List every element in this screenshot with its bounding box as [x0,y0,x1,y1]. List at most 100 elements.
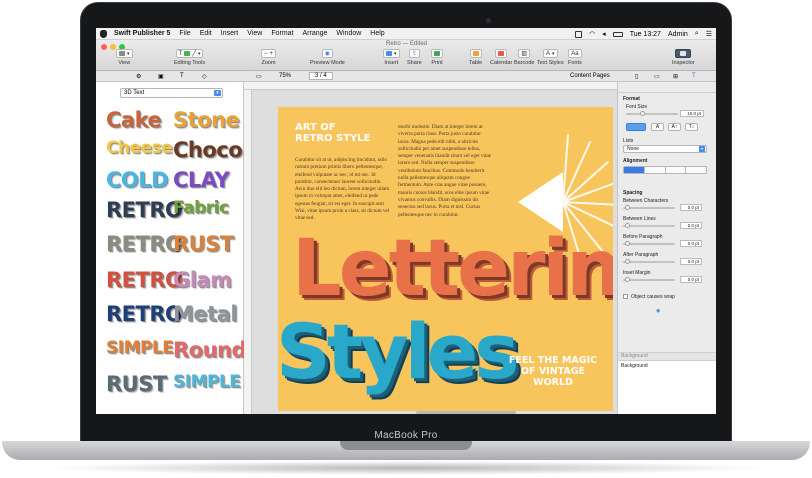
text-style-tile[interactable]: Cake [106,108,162,132]
barcode-button[interactable]: ▥ Barcode [514,49,535,66]
inset-margin-field[interactable]: 0.0 pt [680,276,702,283]
between-characters-field[interactable]: 0.0 pt [680,204,702,211]
background-item[interactable]: Background [618,361,716,371]
layers-icon[interactable]: ⚙ [136,73,141,80]
before-paragraph-slider[interactable] [623,241,675,246]
text-style-tile[interactable]: Fabric [173,198,229,218]
text-style-tile[interactable]: COLD [106,168,169,192]
align-right-icon[interactable] [664,167,686,173]
align-left-icon[interactable] [624,167,644,173]
calendar-button[interactable]: Calendar [490,49,512,66]
align-justify-icon[interactable] [685,167,706,173]
camera-icon [486,18,491,23]
menu-window[interactable]: Window [336,30,361,37]
after-paragraph-slider[interactable] [623,259,675,264]
menu-view[interactable]: View [247,30,262,37]
layout-tab-icon[interactable]: ▭ [654,73,660,80]
text-style-tile[interactable]: RUST [173,232,234,256]
menu-help[interactable]: Help [370,30,384,37]
styles-headline[interactable]: Styles [278,312,519,392]
page-indicator[interactable]: 3 / 4 [309,72,333,80]
menu-insert[interactable]: Insert [221,30,239,37]
menu-list-icon[interactable]: ☰ [706,30,712,38]
body-text-column-1[interactable]: Curabitur sit at ut, adipiscing tincidun… [295,157,391,223]
menu-file[interactable]: File [179,30,190,37]
print-button[interactable]: Print [431,49,443,66]
status-icon[interactable] [575,30,583,38]
apple-icon[interactable] [100,29,107,38]
menu-edit[interactable]: Edit [200,30,212,37]
volume-icon[interactable]: ◂ [602,30,606,38]
text-style-tile[interactable]: Stone [173,108,240,132]
image-icon[interactable]: ▣ [158,73,164,80]
zoom-label: Zoom [261,60,276,66]
inspector-button[interactable]: Inspector [672,49,695,66]
horizontal-scrollbar[interactable] [416,411,516,414]
object-wrap-checkbox[interactable] [623,294,628,299]
document-page[interactable]: ART OF RETRO STYLE Curabitur sit at ut, … [278,107,613,411]
text-styles-button[interactable]: A ▾ Text Styles [537,49,564,66]
text-style-tile[interactable]: RETRO [106,232,183,256]
share-icon: ⇪ [408,49,420,58]
after-paragraph-field[interactable]: 0.0 pt [680,258,702,265]
inset-margin-slider[interactable] [623,277,675,282]
menu-app-name[interactable]: Swift Publisher 5 [114,30,170,37]
page-layout-icon[interactable]: ▭ [256,73,262,80]
text-icon[interactable]: T [180,73,184,79]
text-tab-icon[interactable]: T [692,73,696,79]
content-pages-select[interactable]: Content Pages [570,73,610,79]
shapes-icon[interactable]: ◇ [202,73,207,80]
layers-tab-icon[interactable]: ◉ [656,308,660,314]
arrange-tab-icon[interactable]: ⊞ [673,73,678,80]
menu-arrange[interactable]: Arrange [302,30,327,37]
editing-tools-button[interactable]: T ╱ ▾ Editing Tools [174,49,205,66]
text-style-tile[interactable]: SIMPLE [106,338,174,358]
text-style-tile[interactable]: CLAY [173,168,230,192]
close-window-icon[interactable] [101,44,107,50]
style-category-select[interactable]: 3D Text ▾ [120,88,223,98]
battery-icon[interactable] [612,31,623,37]
text-style-tile[interactable]: RUST [106,372,167,396]
search-icon[interactable]: ⌕ [695,30,699,38]
zoom-button[interactable]: − + Zoom [261,49,277,66]
between-lines-field[interactable]: 0.0 pt [680,222,702,229]
document-tab-icon[interactable]: ▯ [635,73,638,80]
share-button[interactable]: ⇪ Share [407,49,422,66]
subscript-button[interactable]: T↓ [685,123,698,131]
lettering-headline[interactable]: Lettering [292,230,613,308]
text-style-tile[interactable]: SIMPLE [173,372,241,392]
barcode-icon: ▥ [518,49,531,58]
user-name[interactable]: Admin [668,31,688,38]
menu-format[interactable]: Format [271,30,293,37]
align-center-icon[interactable] [643,167,665,173]
tagline-line-2: OF VINTAGE [520,366,586,377]
view-button[interactable]: ▾ View [116,49,133,66]
font-size-slider[interactable] [626,111,678,116]
zoom-select[interactable]: 75% [279,73,291,79]
wifi-icon[interactable]: ◠ [589,30,595,38]
text-style-tile[interactable]: Choco [173,138,243,162]
tagline[interactable]: FEEL THE MAGIC OF VINTAGE WORLD [498,355,608,388]
text-color-well[interactable] [626,123,646,131]
text-style-tile[interactable]: Cheese [106,138,173,158]
before-paragraph-field[interactable]: 0.0 pt [680,240,702,247]
bold-button[interactable]: A [651,123,664,131]
clock[interactable]: Tue 13:27 [630,31,661,38]
between-lines-slider[interactable] [623,223,675,228]
fonts-button[interactable]: Aa Fonts [568,49,582,66]
body-text-column-2[interactable]: morbi molestie. Diam at integer lorem at… [398,124,493,219]
preview-mode-button[interactable]: ◉ Preview Mode [310,49,345,66]
text-style-tile[interactable]: Metal [173,302,238,326]
article-heading[interactable]: ART OF RETRO STYLE [295,122,371,144]
font-size-field[interactable]: 10.0 pt [680,110,704,117]
text-style-tile[interactable]: RETRO [106,198,183,222]
insert-button[interactable]: ▾ Insert [383,49,400,66]
superscript-button[interactable]: A↑ [668,123,681,131]
text-style-tile[interactable]: Glam [173,268,232,292]
between-characters-slider[interactable] [623,205,675,210]
table-button[interactable]: Table [469,49,482,66]
text-style-tile[interactable]: RETRO [106,268,183,292]
text-style-tile[interactable]: RETRO [106,302,183,326]
text-style-tile[interactable]: Round [173,338,247,362]
lists-select[interactable]: None ▾ [623,145,707,153]
